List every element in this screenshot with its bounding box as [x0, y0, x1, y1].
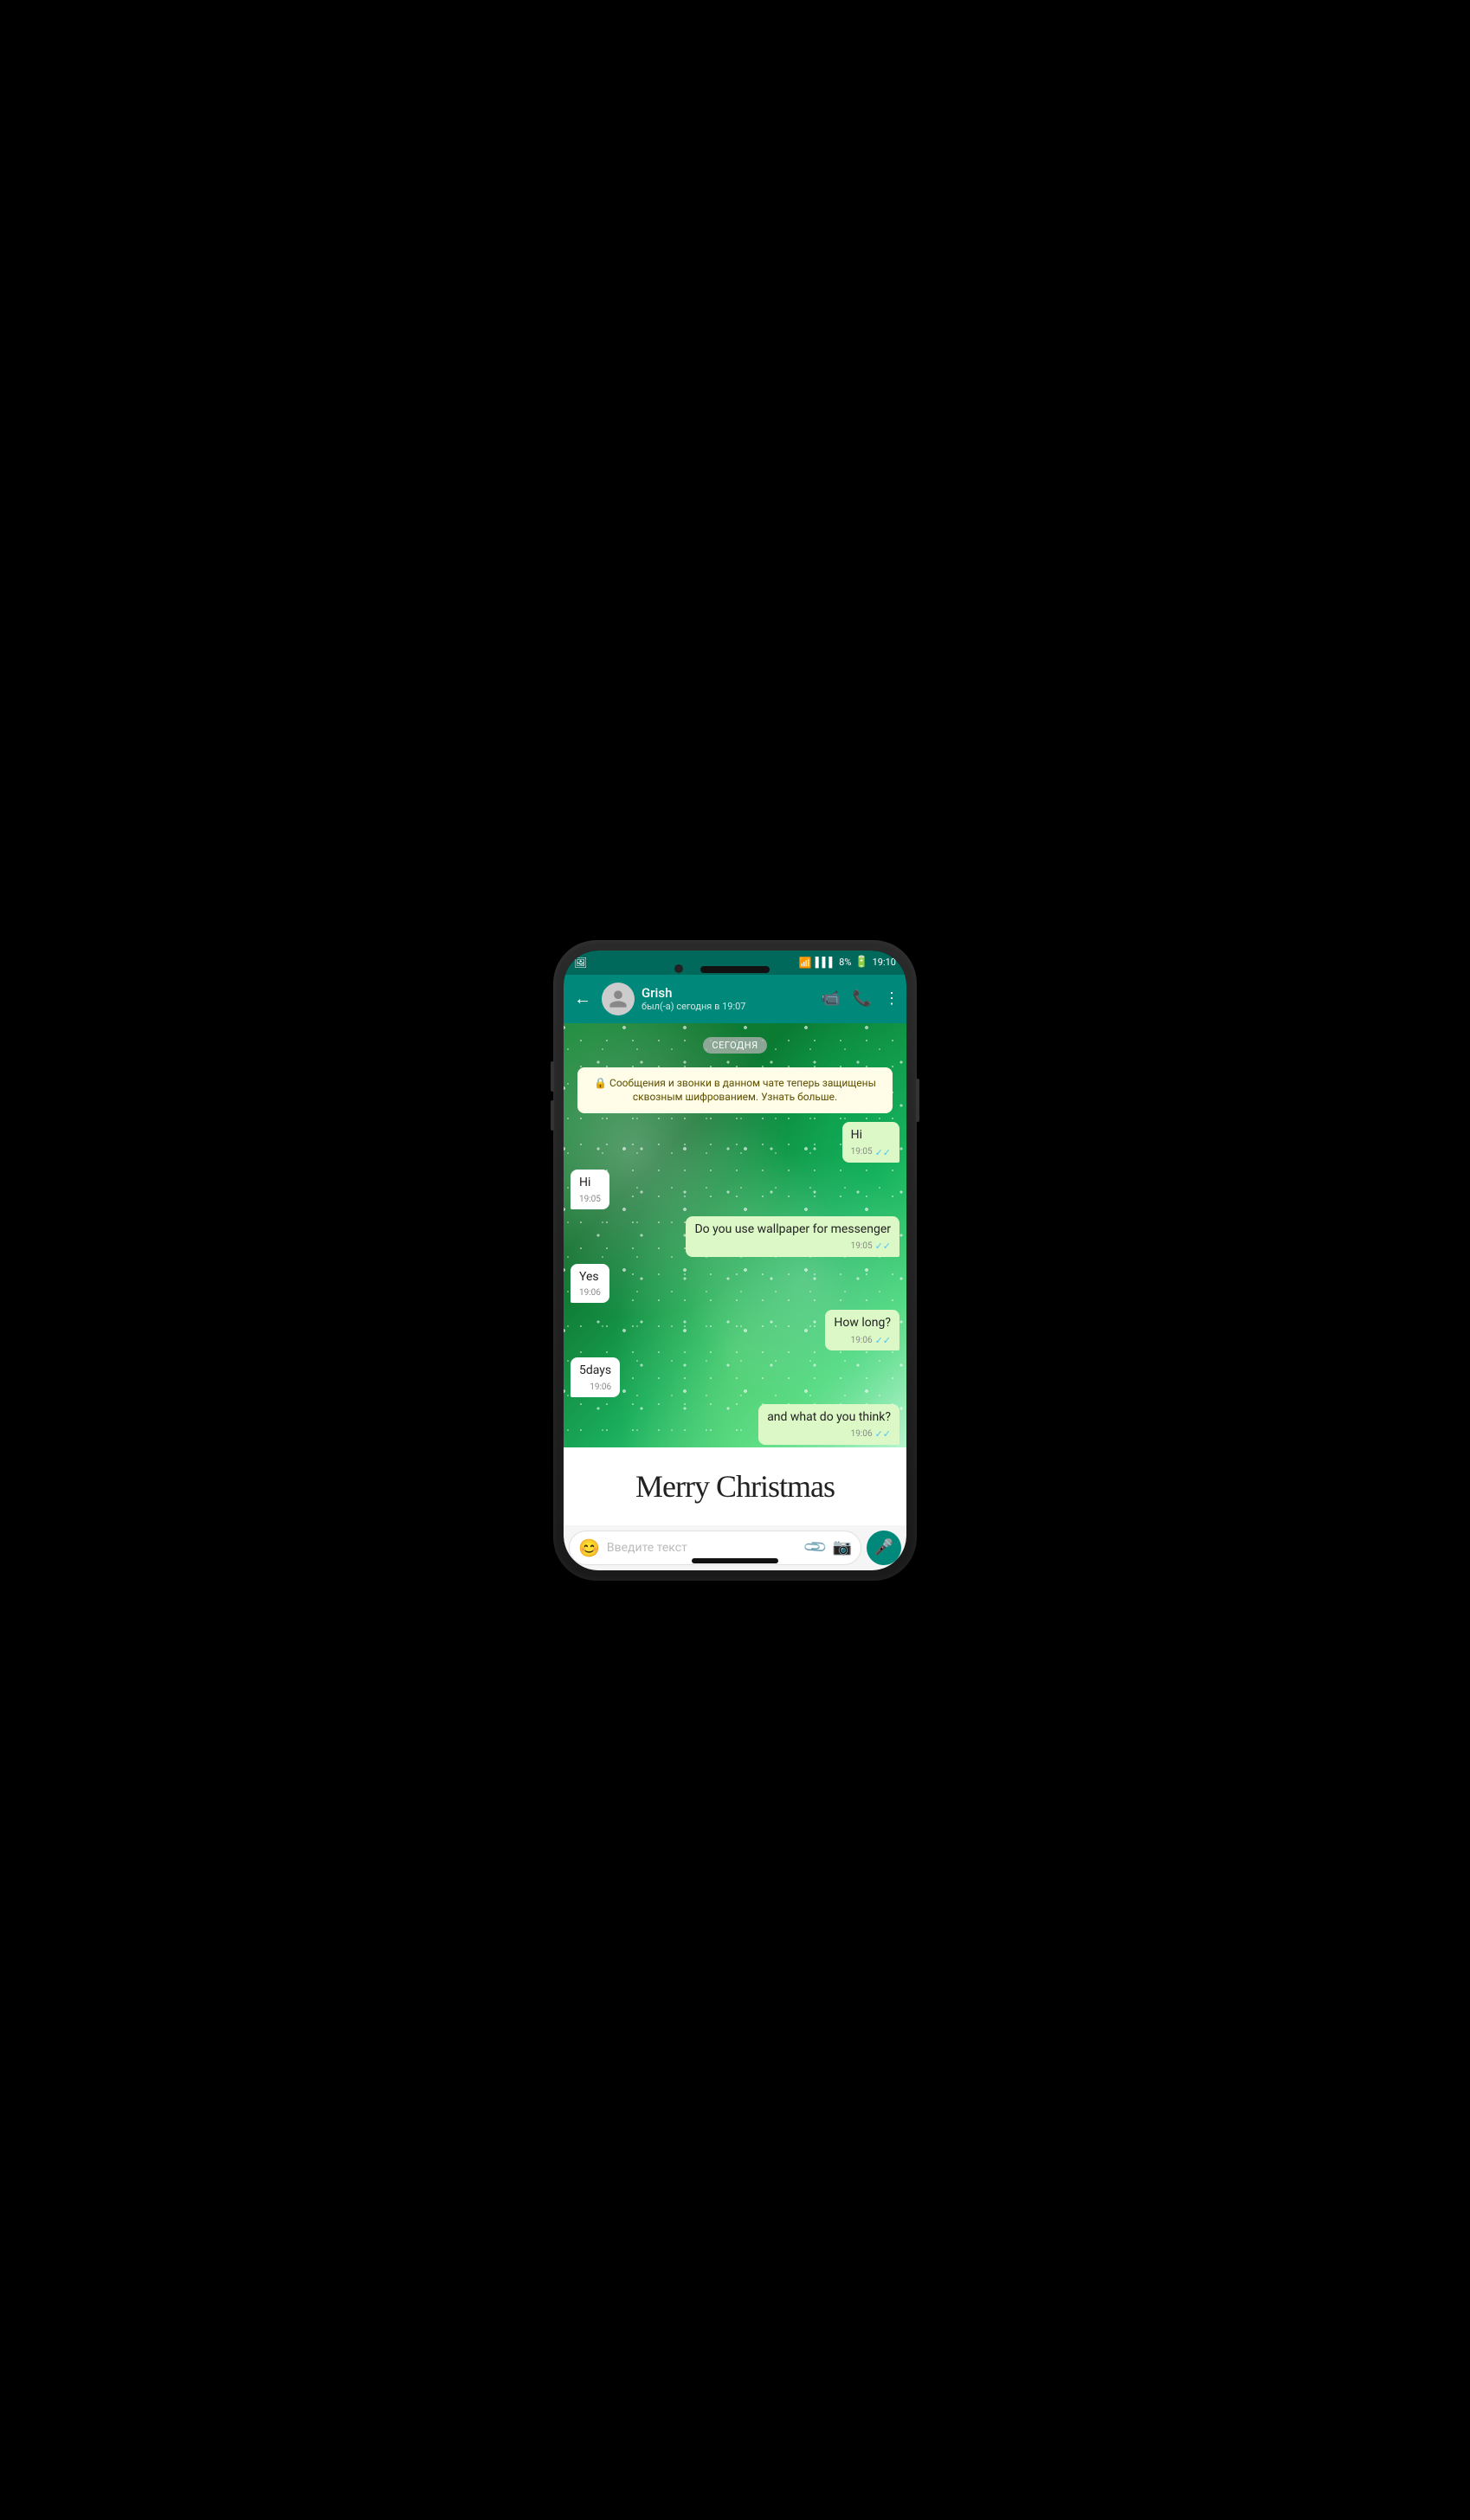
message-bubble-sent: How long? 19:06 ✓✓: [825, 1310, 899, 1350]
phone-screen: 🖼 📶 ▌▌▌ 8% 🔋 19:10 ←: [564, 951, 906, 1570]
message-meta: 19:05 ✓✓: [694, 1240, 891, 1253]
status-right: 📶 ▌▌▌ 8% 🔋 19:10: [799, 956, 896, 969]
emoji-button[interactable]: 😊: [578, 1537, 600, 1558]
message-time: 19:06: [590, 1382, 611, 1394]
message-row: 5days 19:06: [571, 1357, 899, 1397]
message-bubble-sent: and what do you think? 19:06 ✓✓: [758, 1404, 899, 1445]
contact-name: Grish: [642, 985, 814, 1001]
video-call-icon[interactable]: 📹: [821, 989, 840, 1008]
message-row: Yes 19:06: [571, 1264, 899, 1304]
read-receipt: ✓✓: [875, 1334, 891, 1347]
power-button: [916, 1079, 919, 1122]
input-bar: 😊 Введите текст 📎 📷 🎤: [564, 1525, 906, 1570]
time-display: 19:10: [873, 957, 896, 968]
date-badge: СЕГОДНЯ: [703, 1037, 766, 1054]
message-time: 19:06: [579, 1287, 601, 1299]
bottom-speaker: [692, 1558, 778, 1563]
message-time: 19:05: [851, 1146, 873, 1158]
speaker-top: [700, 966, 770, 973]
contact-status: был(-а) сегодня в 19:07: [642, 1001, 814, 1012]
message-meta: 19:05: [579, 1194, 601, 1206]
message-time: 19:06: [851, 1428, 873, 1440]
message-meta: 19:06 ✓✓: [767, 1428, 891, 1440]
message-meta: 19:05 ✓✓: [851, 1146, 891, 1159]
message-bubble-received: Hi 19:05: [571, 1170, 609, 1209]
merry-christmas-text: Merry Christmas: [635, 1468, 835, 1505]
phone-call-icon[interactable]: 📞: [853, 989, 872, 1008]
read-receipt: ✓✓: [875, 1240, 891, 1253]
message-text: Hi: [579, 1176, 590, 1189]
message-row: How long? 19:06 ✓✓: [571, 1310, 899, 1350]
merry-christmas-image: Merry Christmas: [564, 1447, 906, 1525]
volume-down-button: [551, 1100, 554, 1131]
front-camera: [674, 964, 683, 973]
contact-info: Grish был(-а) сегодня в 19:07: [642, 985, 814, 1012]
battery-percentage: 8%: [839, 957, 851, 968]
encryption-notice: 🔒 Сообщения и звонки в данном чате тепер…: [577, 1067, 893, 1114]
notification-icon: 🖼: [574, 957, 587, 969]
contact-avatar[interactable]: [602, 983, 635, 1015]
back-button[interactable]: ←: [571, 984, 595, 1013]
message-meta: 19:06: [579, 1287, 601, 1299]
message-meta: 19:06 ✓✓: [834, 1334, 891, 1347]
date-separator: СЕГОДНЯ: [571, 1037, 899, 1054]
wifi-icon: 📶: [799, 957, 812, 969]
message-text: Do you use wallpaper for messenger: [694, 1222, 891, 1236]
camera-input-icon[interactable]: 📷: [833, 1538, 852, 1556]
message-time: 19:05: [579, 1194, 601, 1206]
message-row: Do you use wallpaper for messenger 19:05…: [571, 1216, 899, 1257]
message-row: Hi 19:05: [571, 1170, 899, 1209]
message-text: How long?: [834, 1316, 891, 1330]
message-bubble-received: 5days 19:06: [571, 1357, 620, 1397]
phone-device: 🖼 📶 ▌▌▌ 8% 🔋 19:10 ←: [553, 940, 917, 1581]
more-options-icon[interactable]: ⋮: [884, 989, 899, 1008]
message-row: Hi 19:05 ✓✓: [571, 1122, 899, 1163]
text-input-placeholder[interactable]: Введите текст: [607, 1541, 799, 1555]
mic-button[interactable]: 🎤: [867, 1531, 901, 1565]
message-bubble-sent: Hi 19:05 ✓✓: [842, 1122, 899, 1163]
header-actions: 📹 📞 ⋮: [821, 989, 899, 1008]
battery-icon: 🔋: [854, 956, 868, 969]
message-text: 5days: [579, 1363, 611, 1377]
mic-icon: 🎤: [874, 1538, 893, 1556]
read-receipt: ✓✓: [875, 1146, 891, 1159]
status-left: 🖼: [574, 957, 587, 969]
attach-icon[interactable]: 📎: [803, 1534, 829, 1561]
signal-icon: ▌▌▌: [816, 957, 835, 968]
message-row: and what do you think? 19:06 ✓✓: [571, 1404, 899, 1445]
message-text: Yes: [579, 1270, 599, 1284]
avatar-icon: [608, 989, 629, 1009]
message-meta: 19:06: [579, 1382, 611, 1394]
message-text: Hi: [851, 1128, 862, 1142]
message-text: and what do you think?: [767, 1410, 891, 1424]
chat-header: ← Grish был(-а) сегодня в 19:07 📹 📞 ⋮: [564, 975, 906, 1023]
volume-up-button: [551, 1061, 554, 1092]
encryption-text: 🔒 Сообщения и звонки в данном чате тепер…: [594, 1077, 876, 1104]
chat-area: СЕГОДНЯ 🔒 Сообщения и звонки в данном ча…: [564, 1023, 906, 1447]
message-bubble-received: Yes 19:06: [571, 1264, 609, 1304]
message-time: 19:06: [851, 1335, 873, 1347]
read-receipt: ✓✓: [875, 1428, 891, 1440]
screen: 🖼 📶 ▌▌▌ 8% 🔋 19:10 ←: [564, 951, 906, 1570]
chat-content: СЕГОДНЯ 🔒 Сообщения и звонки в данном ча…: [564, 1023, 906, 1447]
message-bubble-sent: Do you use wallpaper for messenger 19:05…: [686, 1216, 899, 1257]
message-time: 19:05: [851, 1241, 873, 1253]
